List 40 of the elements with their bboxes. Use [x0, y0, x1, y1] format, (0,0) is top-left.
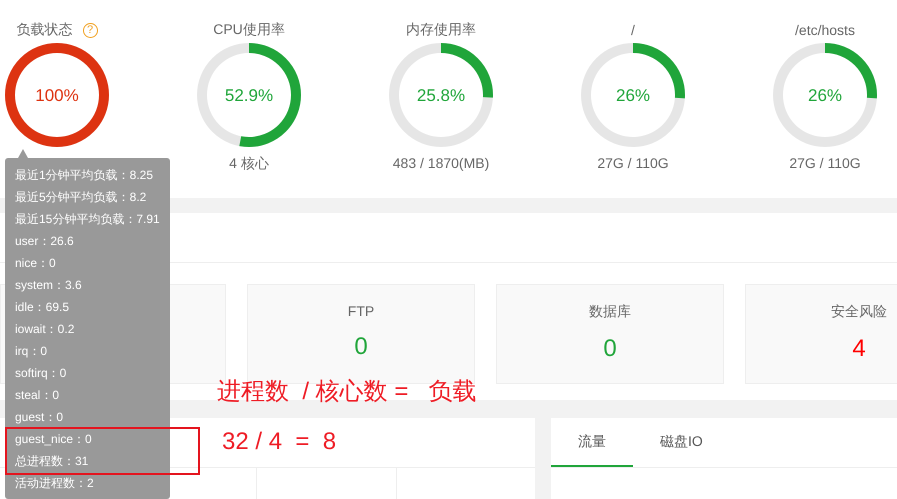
tooltip-line: 最近5分钟平均负载：8.2: [15, 189, 148, 206]
stat-value[interactable]: 0: [603, 335, 617, 363]
tooltip-line: idle：69.5: [15, 299, 70, 316]
tab[interactable]: 流量: [551, 418, 633, 467]
stat-label: 数据库: [589, 303, 631, 321]
stat-value[interactable]: 4: [852, 335, 866, 363]
tooltip-line: 总进程数：31: [15, 453, 90, 470]
gauge-title: /: [631, 22, 635, 38]
tooltip-line: 最近1分钟平均负载：8.25: [15, 167, 154, 184]
tooltip-line: softirq：0: [15, 365, 68, 382]
gauge-title: 负载状态: [16, 21, 72, 39]
gauge-value: 52.9%: [224, 86, 274, 105]
gauge-caption: 483 / 1870(MB): [392, 155, 490, 171]
gauge-value: 26%: [808, 86, 842, 105]
gauge-value: 100%: [35, 86, 79, 105]
stat-value[interactable]: 0: [354, 333, 368, 361]
annotation-text: 32 / 4 = 8: [222, 428, 336, 456]
tooltip-line: user：26.6: [15, 233, 75, 250]
gauge-value: 25.8%: [416, 86, 466, 105]
tooltip-line: steal：0: [15, 387, 60, 404]
gauge-caption: 27G / 110G: [597, 155, 669, 171]
gauge-value: 26%: [616, 86, 650, 105]
stat-label: 安全风险: [831, 303, 887, 321]
gauge-title: CPU使用率: [213, 21, 285, 39]
tooltip-line: guest：0: [15, 409, 64, 426]
gauge-caption: 27G / 110G: [789, 155, 861, 171]
gauge-caption: 4 核心: [229, 155, 269, 173]
stat-label: FTP: [348, 303, 374, 319]
tooltip-line: iowait：0.2: [15, 321, 76, 338]
help-icon[interactable]: ?: [82, 22, 98, 38]
tooltip-line: irq：0: [15, 343, 48, 360]
tooltip-line: guest_nice：0: [15, 431, 93, 448]
tooltip-line: nice：0: [15, 255, 57, 272]
gauge-title: 内存使用率: [406, 21, 476, 39]
tooltip-line: system：3.6: [15, 277, 83, 294]
annotation-text: 进程数 / 核心数 = 负载: [217, 377, 476, 407]
gauge-title: /etc/hosts: [795, 22, 855, 38]
tooltip-line: 最近15分钟平均负载：7.91: [15, 211, 161, 228]
tab[interactable]: 磁盘IO: [633, 418, 730, 467]
tooltip-line: 活动进程数：2: [15, 475, 95, 492]
